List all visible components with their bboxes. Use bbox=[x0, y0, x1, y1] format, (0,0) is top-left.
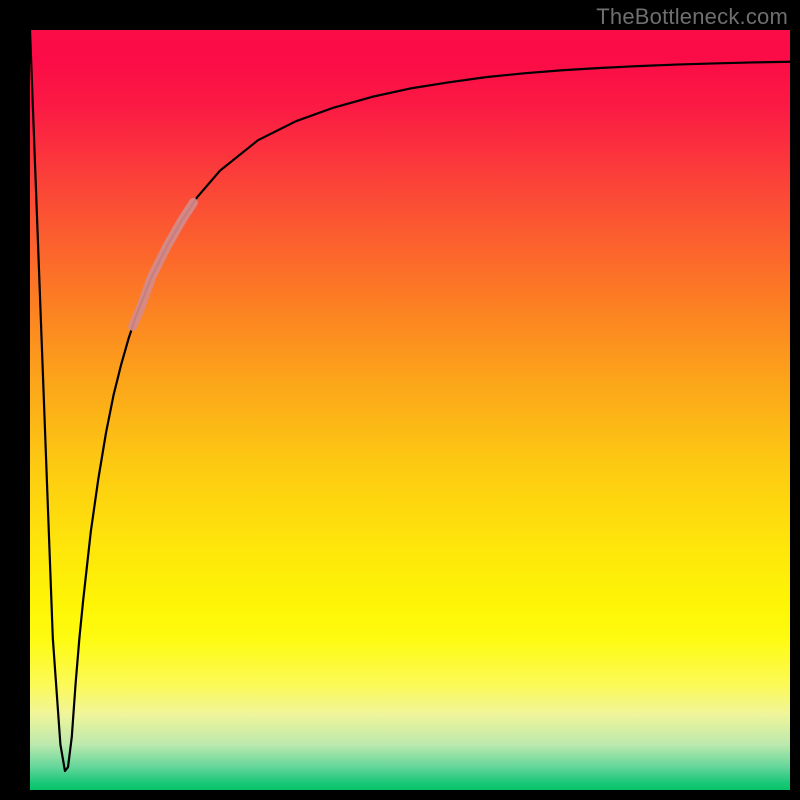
plot-area bbox=[30, 30, 790, 790]
watermark-label: TheBottleneck.com bbox=[596, 4, 788, 30]
curve-layer bbox=[30, 30, 790, 790]
chart-frame: TheBottleneck.com bbox=[0, 0, 800, 800]
series-curve bbox=[30, 30, 790, 771]
series-highlight-segment bbox=[133, 203, 194, 327]
